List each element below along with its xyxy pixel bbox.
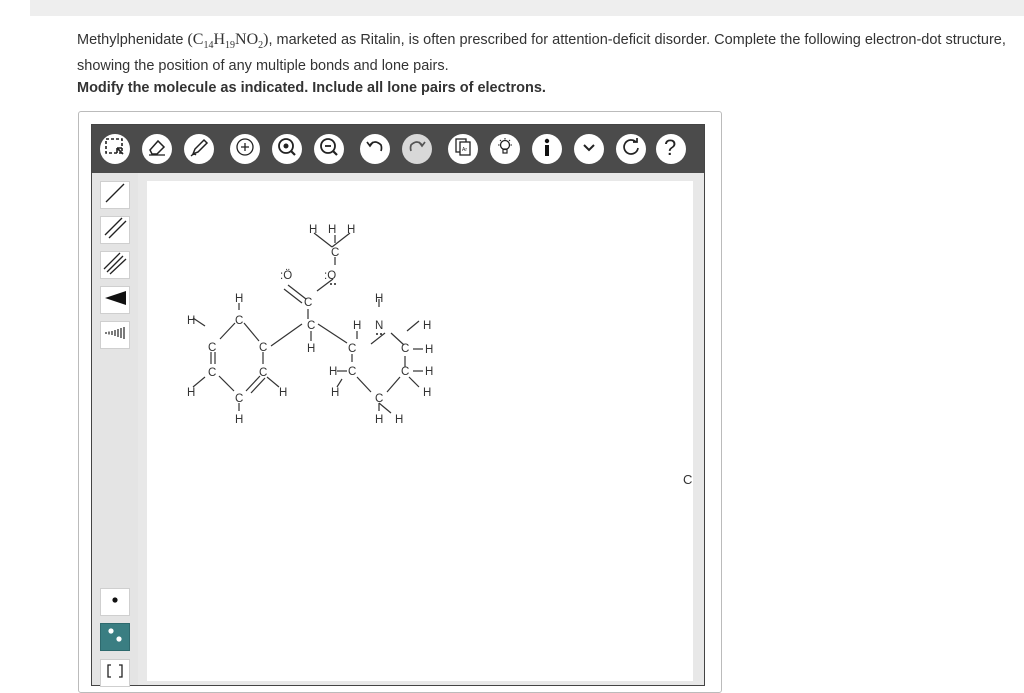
reset-icon: [620, 136, 642, 163]
lone-pair-dot: [380, 333, 382, 335]
svg-text:Ar: Ar: [462, 147, 467, 153]
draw-button[interactable]: [184, 134, 214, 164]
atom-h[interactable]: H: [187, 387, 195, 399]
atom-h[interactable]: H: [235, 414, 243, 426]
atom-h[interactable]: H: [375, 414, 383, 426]
select-icon: [104, 136, 126, 163]
undo-button[interactable]: [360, 134, 390, 164]
hint-button[interactable]: [490, 134, 520, 164]
atom-o-carbonyl[interactable]: :Ö: [280, 270, 292, 282]
chevron-down-icon: [578, 136, 600, 163]
single-electron-button[interactable]: [100, 588, 130, 616]
atom-h[interactable]: H: [328, 224, 336, 236]
bracket-button[interactable]: [100, 659, 130, 687]
atom-c[interactable]: C: [348, 343, 356, 355]
atom-h[interactable]: H: [309, 224, 317, 236]
atom-h[interactable]: H: [329, 366, 337, 378]
help-icon: ?: [660, 135, 682, 163]
svg-text:?: ?: [664, 136, 676, 158]
atom-c[interactable]: C: [375, 393, 383, 405]
single-bond-icon: [102, 181, 128, 210]
hint-icon: [494, 136, 516, 163]
atom-h[interactable]: H: [353, 320, 361, 332]
pencil-icon: [188, 136, 210, 163]
atom-o-ester[interactable]: :O: [324, 270, 336, 282]
redo-button[interactable]: [402, 134, 432, 164]
atom-c[interactable]: C: [304, 297, 312, 309]
info-icon: [536, 136, 558, 163]
hashed-bond-icon: [102, 321, 128, 350]
chemical-formula: (C14H19NO2): [187, 31, 269, 52]
atom-h[interactable]: H: [423, 320, 431, 332]
reset-button[interactable]: [616, 134, 646, 164]
triple-bond-button[interactable]: [100, 251, 130, 279]
single-electron-icon: [102, 588, 128, 617]
eraser-button[interactable]: [142, 134, 172, 164]
lone-pair-dot: [330, 283, 332, 285]
question-intro: Methylphenidate: [77, 32, 184, 48]
help-button[interactable]: ?: [656, 134, 686, 164]
atom-h[interactable]: H: [279, 387, 287, 399]
zoom-in-button[interactable]: [230, 134, 260, 164]
top-bar: [30, 0, 1024, 16]
zoom-out-button[interactable]: [314, 134, 344, 164]
wedge-bond-icon: [102, 286, 128, 315]
atom-h[interactable]: H: [425, 366, 433, 378]
atom-c[interactable]: C: [259, 367, 267, 379]
atom-labels: H H H C :Ö :O C C H H C H C C C C H H C …: [187, 224, 433, 426]
bond-tool-sidebar: [92, 173, 138, 687]
stray-carbon-label: C: [683, 472, 693, 487]
instruction-text: Modify the molecule as indicated. Includ…: [77, 80, 546, 96]
atom-h[interactable]: H: [331, 387, 339, 399]
eraser-icon: [146, 136, 168, 163]
atom-c[interactable]: C: [348, 366, 356, 378]
copy-template-icon: Ar: [452, 136, 474, 163]
atom-h[interactable]: H: [423, 387, 431, 399]
atom-c[interactable]: C: [235, 315, 243, 327]
wedge-bond-button[interactable]: [100, 286, 130, 314]
hashed-bond-button[interactable]: [100, 321, 130, 349]
atom-h[interactable]: H: [375, 293, 383, 305]
select-button[interactable]: [100, 134, 130, 164]
molecule-editor: Ar ? H H H C:Ö:O C C H H C H C C C C H…: [91, 124, 705, 687]
undo-icon: [364, 136, 386, 163]
atom-c[interactable]: C: [401, 366, 409, 378]
zoom-fit-icon: [276, 136, 298, 163]
lone-pair-icon: [102, 623, 128, 652]
double-bond-icon: [102, 216, 128, 245]
zoom-fit-button[interactable]: [272, 134, 302, 164]
triple-bond-icon: [102, 251, 128, 280]
zoom-out-icon: [318, 136, 340, 163]
lone-pair-dot: [334, 283, 336, 285]
atom-c[interactable]: C: [235, 393, 243, 405]
more-button[interactable]: [574, 134, 604, 164]
atom-h[interactable]: H: [347, 224, 355, 236]
redo-icon: [406, 136, 428, 163]
double-bond-button[interactable]: [100, 216, 130, 244]
atom-c[interactable]: C: [401, 343, 409, 355]
editor-toolbar: Ar ?: [92, 125, 704, 173]
atom-h[interactable]: H: [395, 414, 403, 426]
template-button[interactable]: Ar: [448, 134, 478, 164]
lone-pair-dot: [376, 333, 378, 335]
info-button[interactable]: [532, 134, 562, 164]
bracket-icon: [102, 659, 128, 688]
atom-h[interactable]: H: [425, 344, 433, 356]
atom-c[interactable]: C: [331, 247, 339, 259]
atom-c[interactable]: C: [208, 367, 216, 379]
single-bond-button[interactable]: [100, 181, 130, 209]
atom-h[interactable]: H: [235, 293, 243, 305]
atom-c[interactable]: C: [307, 320, 315, 332]
atom-h[interactable]: H: [187, 315, 195, 327]
atom-h[interactable]: H: [307, 343, 315, 355]
lone-pair-button[interactable]: [100, 623, 130, 651]
drawing-canvas[interactable]: H H H C :Ö :O C C H H C H C C C C H H C …: [147, 181, 693, 681]
zoom-in-icon: [234, 136, 256, 163]
question-text: Methylphenidate (C14H19NO2), marketed as…: [77, 29, 1022, 77]
atom-c[interactable]: C: [259, 342, 267, 354]
atom-n[interactable]: N: [375, 320, 383, 332]
molecule-structure: H H H C :Ö :O C C H H C H C C C C H H C …: [187, 224, 433, 426]
atom-c[interactable]: C: [208, 342, 216, 354]
